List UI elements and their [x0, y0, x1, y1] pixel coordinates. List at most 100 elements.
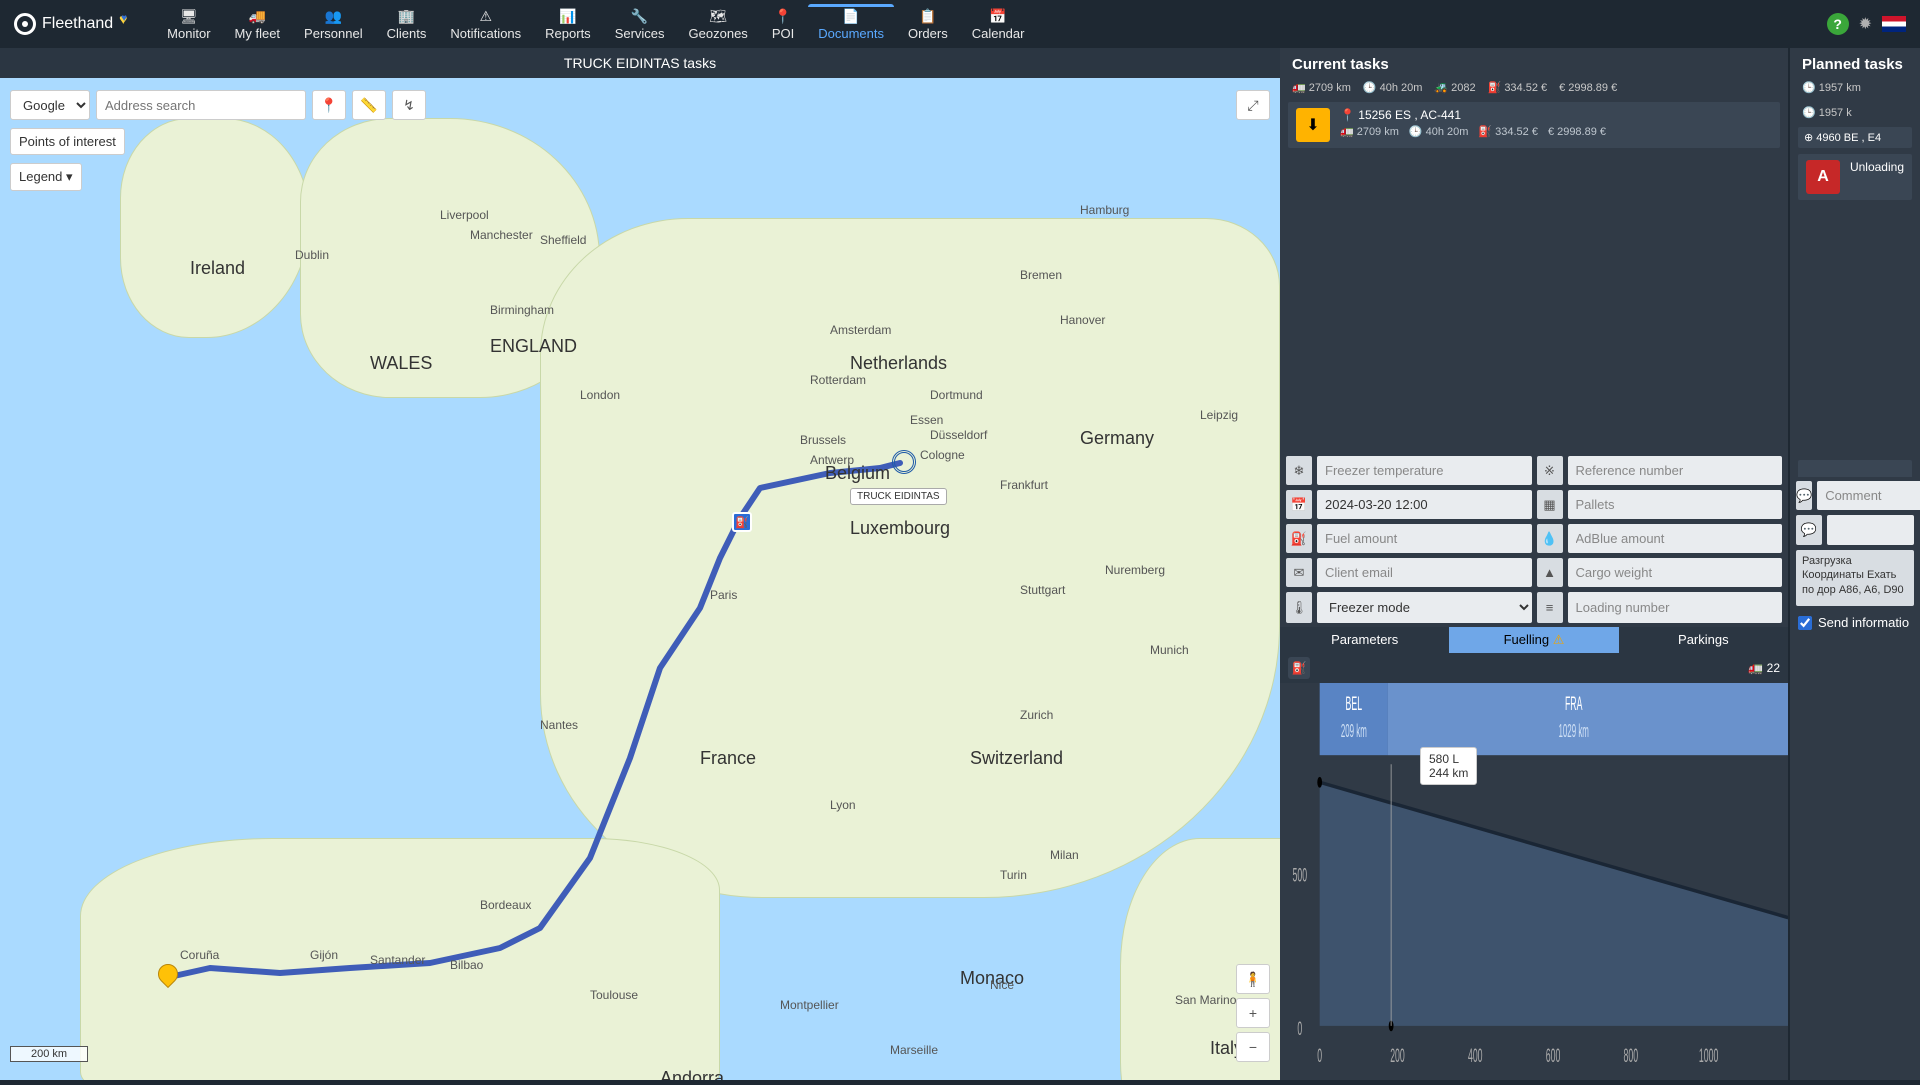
- provider-select[interactable]: Google: [10, 90, 90, 120]
- svg-text:BEL: BEL: [1346, 693, 1363, 715]
- pump-icon[interactable]: ⛽: [1288, 657, 1310, 679]
- loading-icon: ⬇: [1296, 108, 1330, 142]
- stat-count: 🚜2082: [1434, 81, 1475, 94]
- task-card[interactable]: ⬇ 📍 15256 ES , AC-441 🚛2709 km 🕒40h 20m …: [1288, 102, 1780, 148]
- city-label: Nantes: [540, 718, 578, 732]
- chart-tooltip: 580 L 244 km: [1420, 747, 1477, 785]
- logo: Fleethand: [14, 13, 133, 35]
- adblue-input[interactable]: [1568, 524, 1783, 553]
- svg-text:600: 600: [1546, 1045, 1561, 1067]
- route-icon[interactable]: ↯: [392, 90, 426, 120]
- send-info-checkbox-input[interactable]: [1798, 616, 1812, 630]
- snowflake-icon: ❄: [1286, 456, 1312, 485]
- chart-canvas[interactable]: BEL 209 km FRA 1029 km 0 500 0200400: [1280, 683, 1788, 1080]
- ruler-icon[interactable]: 📏: [352, 90, 386, 120]
- map-area[interactable]: ⛽ TRUCK EIDINTAS Ireland WALES ENGLAND N…: [0, 78, 1280, 1080]
- truck-tooltip: TRUCK EIDINTAS: [850, 488, 947, 505]
- help-icon[interactable]: ?: [1827, 13, 1849, 35]
- fullscreen-icon[interactable]: ⤢: [1236, 90, 1270, 120]
- fuel-amount-input[interactable]: [1317, 524, 1532, 553]
- nav-item-poi[interactable]: 📍POI: [762, 4, 804, 45]
- brand-text: Fleethand: [42, 15, 113, 33]
- city-label: Lyon: [830, 798, 856, 812]
- bug-icon[interactable]: ✹: [1859, 14, 1872, 34]
- main: TRUCK EIDINTAS tasks ⛽ TRUCK EIDINTAS Ir…: [0, 48, 1920, 1080]
- nav-item-services[interactable]: 🔧Services: [605, 4, 675, 45]
- legend-button[interactable]: Legend ▾: [10, 163, 82, 191]
- stat-fuel-cost: ⛽334.52 €: [1488, 81, 1548, 94]
- nav-item-my-fleet[interactable]: 🚚My fleet: [225, 4, 291, 45]
- nav-item-calendar[interactable]: 📅Calendar: [962, 4, 1035, 45]
- ref-number-input[interactable]: [1568, 456, 1783, 485]
- freezer-temp-input[interactable]: [1317, 456, 1532, 485]
- topbar-right: ? ✹: [1827, 13, 1906, 35]
- city-label: Nice: [990, 978, 1014, 992]
- stat-time: 🕒40h 20m: [1363, 81, 1423, 94]
- city-label: Stuttgart: [1020, 583, 1065, 597]
- city-label: Bilbao: [450, 958, 483, 972]
- city-label: Turin: [1000, 868, 1027, 882]
- nav-item-personnel[interactable]: 👥Personnel: [294, 4, 373, 45]
- svg-text:400: 400: [1468, 1045, 1483, 1067]
- language-flag[interactable]: [1882, 16, 1906, 32]
- cargo-weight-input[interactable]: [1568, 558, 1783, 587]
- date-input[interactable]: [1317, 490, 1532, 519]
- city-label: Amsterdam: [830, 323, 891, 337]
- country-label: France: [700, 748, 756, 769]
- zoom-out-button[interactable]: −: [1236, 1032, 1270, 1062]
- nav-icon: 🖥: [180, 8, 198, 26]
- search-pin-icon[interactable]: 📍: [312, 90, 346, 120]
- loading-number-input[interactable]: [1568, 592, 1783, 623]
- chart-toolbar-right: 🚛 22: [1748, 661, 1780, 675]
- streetview-icon[interactable]: 🧍: [1236, 964, 1270, 994]
- svg-text:200: 200: [1390, 1045, 1405, 1067]
- nav-item-notifications[interactable]: ⚠Notifications: [440, 4, 531, 45]
- country-label: Netherlands: [850, 353, 947, 374]
- nav-icon: 👥: [325, 8, 342, 26]
- task-location: 15256 ES , AC-441: [1358, 108, 1461, 122]
- fuel-stop-pin-icon[interactable]: ⛽: [732, 512, 752, 532]
- topbar: Fleethand 🖥Monitor🚚My fleet👥Personnel🏢Cl…: [0, 0, 1920, 48]
- svg-text:0: 0: [1297, 1018, 1302, 1040]
- destination-pin-icon[interactable]: [892, 450, 916, 474]
- map-surface[interactable]: ⛽ TRUCK EIDINTAS Ireland WALES ENGLAND N…: [0, 78, 1280, 1080]
- nav-item-documents[interactable]: 📄Documents: [808, 4, 894, 45]
- city-label: Birmingham: [490, 303, 554, 317]
- nav-item-geozones[interactable]: 🗺Geozones: [679, 4, 758, 45]
- pallets-input[interactable]: [1568, 490, 1783, 519]
- stat-distance: 🚛2709 km: [1292, 81, 1351, 94]
- panel-title: Planned tasks: [1790, 48, 1920, 77]
- unloading-icon: A: [1806, 160, 1840, 194]
- tab-parkings[interactable]: Parkings: [1619, 627, 1788, 653]
- zoom-in-button[interactable]: +: [1236, 998, 1270, 1028]
- address-search-input[interactable]: [96, 90, 306, 120]
- svg-text:0: 0: [1317, 1045, 1322, 1067]
- nav-icon: 🔧: [631, 8, 648, 26]
- freezer-mode-select[interactable]: Freezer mode: [1317, 592, 1532, 623]
- planned-tasks-panel: Planned tasks 🕒1957 km 🕒1957 k ⊕ 4960 BE…: [1790, 48, 1920, 1080]
- scale-bar: 200 km: [10, 1046, 88, 1062]
- nav-item-orders[interactable]: 📋Orders: [898, 4, 958, 45]
- city-label: Rotterdam: [810, 373, 866, 387]
- comment-input[interactable]: [1817, 481, 1920, 510]
- city-label: Zurich: [1020, 708, 1053, 722]
- planned-stats: 🕒1957 km 🕒1957 k: [1790, 77, 1920, 127]
- tab-parameters[interactable]: Parameters: [1280, 627, 1449, 653]
- planned-search-input[interactable]: [1798, 460, 1912, 477]
- city-label: Bordeaux: [480, 898, 531, 912]
- right-panels: Current tasks 🚛2709 km 🕒40h 20m 🚜2082 ⛽3…: [1280, 48, 1920, 1080]
- nav-item-clients[interactable]: 🏢Clients: [377, 4, 437, 45]
- planned-note: Разгрузка Координаты Ехать по дор A86, A…: [1796, 550, 1914, 606]
- country-label: Ireland: [190, 258, 245, 279]
- nav-icon: 📊: [559, 8, 576, 26]
- pallets-icon: ▦: [1537, 490, 1563, 519]
- empty-comment-field[interactable]: [1827, 515, 1914, 545]
- poi-button[interactable]: Points of interest: [10, 128, 125, 155]
- task-card[interactable]: A Unloading: [1798, 154, 1912, 200]
- send-info-checkbox[interactable]: Send informatio: [1796, 611, 1914, 634]
- client-email-input[interactable]: [1317, 558, 1532, 587]
- tab-fuelling[interactable]: Fuelling ⚠: [1449, 627, 1618, 653]
- nav-item-reports[interactable]: 📊Reports: [535, 4, 601, 45]
- task-card[interactable]: ⊕ 4960 BE , E4: [1798, 127, 1912, 148]
- nav-item-monitor[interactable]: 🖥Monitor: [157, 4, 220, 45]
